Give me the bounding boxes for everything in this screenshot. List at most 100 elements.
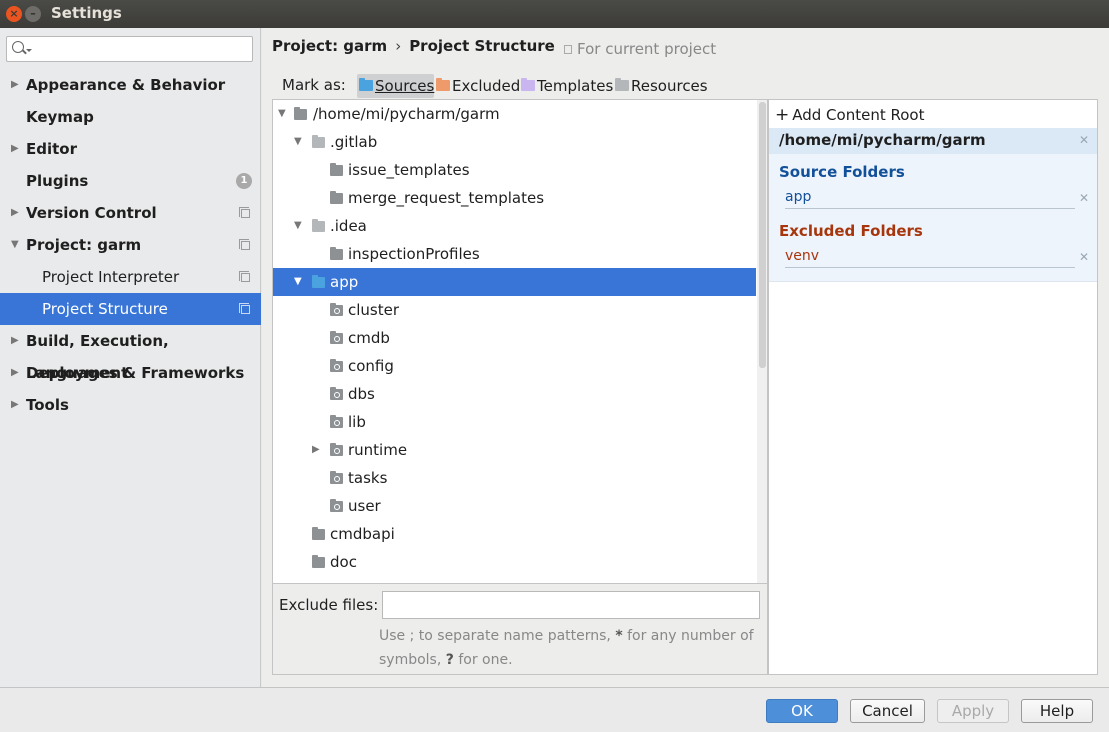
package-folder-icon [330,471,343,484]
source-folders-heading: Source Folders [779,163,905,181]
folder-icon [312,527,325,540]
package-folder-icon [330,359,343,372]
exclude-files-hint: Use ; to separate name patterns, * for a… [379,628,754,668]
expand-arrow-icon[interactable]: ▶ [11,133,19,165]
tree-item-idea[interactable]: ▼ .idea [273,212,756,240]
sidebar-item-project-structure[interactable]: Project Structure [0,293,261,325]
expand-arrow-icon[interactable]: ▶ [312,436,320,464]
folder-icon [312,219,325,232]
tree-item-cmdb[interactable]: cmdb [273,324,756,352]
excluded-folder-entry[interactable]: venv [785,248,1075,268]
tree-scrollbar-thumb[interactable] [759,102,766,368]
ok-button[interactable]: OK [766,699,838,723]
project-scope-icon [239,271,250,282]
package-folder-icon [330,499,343,512]
search-input[interactable] [35,39,245,59]
tree-item-dbs[interactable]: dbs [273,380,756,408]
excluded-folders-heading: Excluded Folders [779,222,923,240]
title-bar: × – Settings [0,0,1109,28]
content-root: /home/mi/pycharm/garm ✕ Source Folders a… [769,128,1097,282]
sidebar-item-languages[interactable]: ▶ Languages & Frameworks [0,357,261,389]
sidebar-item-keymap[interactable]: Keymap [0,101,261,133]
exclude-files-input[interactable] [382,591,760,619]
project-scope-icon [239,207,250,218]
exclude-files-section: Exclude files: Use ; to separate name pa… [272,584,768,675]
mark-sources-button[interactable]: Sources [357,74,435,98]
search-dropdown-icon[interactable] [26,49,32,52]
expand-arrow-icon[interactable]: ▶ [11,197,19,229]
tree-item-config[interactable]: config [273,352,756,380]
dialog-buttons: OK Cancel Apply Help [0,687,1109,732]
package-folder-icon [330,387,343,400]
apply-button[interactable]: Apply [937,699,1009,723]
folder-icon [330,163,343,176]
sidebar-item-version-control[interactable]: ▶ Version Control [0,197,261,229]
tree-item-merge-request-templates[interactable]: merge_request_templates [273,184,756,212]
expand-arrow-icon[interactable]: ▶ [11,389,19,421]
mark-as-label: Mark as: [282,76,346,94]
package-folder-icon [330,303,343,316]
content-root-header[interactable]: /home/mi/pycharm/garm ✕ [769,128,1097,154]
tree-item-user[interactable]: user [273,492,756,520]
tree-item-tasks[interactable]: tasks [273,464,756,492]
sidebar-item-project-garm[interactable]: ▼ Project: garm [0,229,261,261]
folder-icon [312,555,325,568]
sidebar-item-editor[interactable]: ▶ Editor [0,133,261,165]
expand-arrow-icon[interactable]: ▶ [11,357,19,389]
breadcrumb-page: Project Structure [409,37,555,55]
folder-icon [294,107,307,120]
collapse-arrow-icon[interactable]: ▼ [294,212,302,240]
tree-item-cluster[interactable]: cluster [273,296,756,324]
remove-excluded-folder-icon[interactable]: ✕ [1079,250,1089,264]
search-box[interactable] [6,36,253,62]
breadcrumb-separator: › [395,37,402,55]
add-content-root-button[interactable]: + Add Content Root [775,105,924,125]
tree-item-cmdbapi[interactable]: cmdbapi [273,520,756,548]
expand-arrow-icon[interactable]: ▶ [11,325,19,357]
source-folder-entry[interactable]: app [785,189,1075,209]
remove-source-folder-icon[interactable]: ✕ [1079,191,1089,205]
resources-folder-icon [615,78,629,91]
help-button[interactable]: Help [1021,699,1093,723]
folder-tree: ▼ /home/mi/pycharm/garm ▼ .gitlab issue_… [272,99,768,584]
tree-item-gitlab[interactable]: ▼ .gitlab [273,128,756,156]
remove-content-root-icon[interactable]: ✕ [1079,133,1089,147]
mark-resources-button[interactable]: Resources [613,74,708,98]
project-scope-icon [564,45,572,54]
tree-item-runtime[interactable]: ▶ runtime [273,436,756,464]
search-icon[interactable] [12,41,24,53]
sidebar-item-plugins[interactable]: Plugins 1 [0,165,261,197]
folder-icon [330,191,343,204]
project-scope-icon [239,239,250,250]
expand-arrow-icon[interactable]: ▶ [11,69,19,101]
tree-item-root[interactable]: ▼ /home/mi/pycharm/garm [273,100,756,128]
sidebar-item-appearance[interactable]: ▶ Appearance & Behavior [0,69,261,101]
collapse-arrow-icon[interactable]: ▼ [278,100,286,128]
tree-item-issue-templates[interactable]: issue_templates [273,156,756,184]
project-structure-panel: Project: garm › Project Structure For curr… [262,28,1109,687]
collapse-arrow-icon[interactable]: ▼ [294,128,302,156]
minimize-window-icon[interactable]: – [25,6,41,22]
close-window-icon[interactable]: × [6,6,22,22]
collapse-arrow-icon[interactable]: ▼ [11,229,19,261]
mark-templates-button[interactable]: Templates [519,74,613,98]
settings-nav: ▶ Appearance & Behavior Keymap ▶ Editor … [0,69,261,421]
tree-item-app[interactable]: ▼ app [273,268,756,296]
settings-sidebar: ▶ Appearance & Behavior Keymap ▶ Editor … [0,28,261,687]
folder-icon [312,135,325,148]
tree-item-lib[interactable]: lib [273,408,756,436]
sidebar-item-tools[interactable]: ▶ Tools [0,389,261,421]
plus-icon: + [775,105,790,125]
tree-item-doc[interactable]: doc [273,548,756,576]
package-folder-icon [330,331,343,344]
breadcrumb: Project: garm › Project Structure [272,37,555,55]
mark-excluded-button[interactable]: Excluded [434,74,520,98]
sidebar-item-project-interpreter[interactable]: Project Interpreter [0,261,261,293]
cancel-button[interactable]: Cancel [850,699,925,723]
collapse-arrow-icon[interactable]: ▼ [294,268,302,296]
package-folder-icon [330,415,343,428]
sidebar-item-build[interactable]: ▶ Build, Execution, Deployment [0,325,261,382]
content-root-path: /home/mi/pycharm/garm [779,131,986,149]
exclude-files-label: Exclude files: [279,596,379,614]
tree-item-inspection-profiles[interactable]: inspectionProfiles [273,240,756,268]
